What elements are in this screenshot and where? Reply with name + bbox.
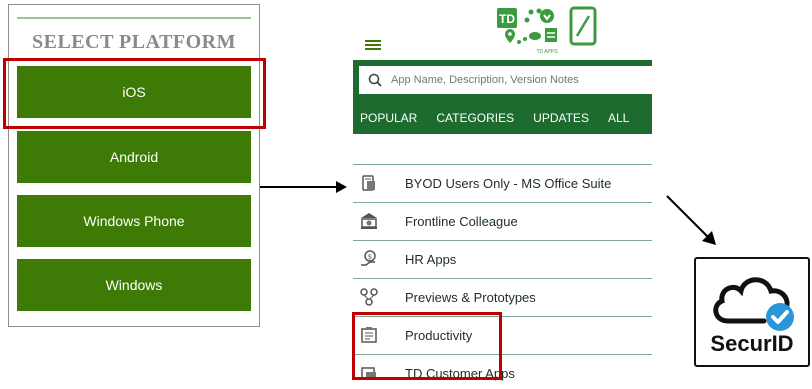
tab-categories[interactable]: CATEGORIES xyxy=(436,111,514,125)
securid-label: SecurID xyxy=(710,331,794,356)
category-item-frontline[interactable]: Frontline Colleague xyxy=(358,205,652,237)
arrow-right-icon xyxy=(260,181,347,193)
search-icon xyxy=(368,73,382,87)
arrow-down-right-icon xyxy=(666,195,716,245)
tab-all[interactable]: ALL xyxy=(608,111,629,125)
divider xyxy=(353,164,652,165)
category-label: HR Apps xyxy=(405,251,457,267)
byod-icon xyxy=(358,172,380,194)
divider xyxy=(17,17,251,19)
search-bar xyxy=(353,60,652,102)
svg-text:$: $ xyxy=(368,253,372,261)
search-field[interactable] xyxy=(359,66,652,94)
productivity-highlight-box xyxy=(352,312,502,380)
category-item-byod[interactable]: BYOD Users Only - MS Office Suite xyxy=(358,167,652,199)
category-item-previews[interactable]: Previews & Prototypes xyxy=(358,281,652,313)
platform-panel: SELECT PLATFORM iOS Android Windows Phon… xyxy=(8,4,260,327)
divider xyxy=(353,202,652,203)
ios-highlight-box xyxy=(3,58,266,129)
windows-button[interactable]: Windows xyxy=(17,259,251,311)
bank-icon xyxy=(358,210,380,232)
logo-text: TD APPS xyxy=(536,49,558,55)
nav-tabs: POPULAR CATEGORIES UPDATES ALL xyxy=(353,102,652,134)
cloud-check-icon xyxy=(713,277,794,331)
search-input[interactable] xyxy=(391,74,651,86)
menu-icon[interactable] xyxy=(365,40,381,50)
securid-app-icon[interactable]: SecurID xyxy=(694,257,810,367)
divider xyxy=(353,240,652,241)
td-apps-logo: TD TD APPS xyxy=(495,6,605,56)
tab-popular[interactable]: POPULAR xyxy=(360,111,417,125)
category-label: Previews & Prototypes xyxy=(405,289,536,305)
platform-title: SELECT PLATFORM xyxy=(31,31,236,53)
divider xyxy=(353,278,652,279)
prototype-icon xyxy=(358,286,380,308)
hr-icon: $ xyxy=(358,248,380,270)
category-label: Frontline Colleague xyxy=(405,213,518,229)
category-label: BYOD Users Only - MS Office Suite xyxy=(405,175,612,191)
android-button[interactable]: Android xyxy=(17,131,251,183)
logo-mark: TD xyxy=(499,12,515,26)
category-item-hr[interactable]: $ HR Apps xyxy=(358,243,652,275)
tab-updates[interactable]: UPDATES xyxy=(533,111,589,125)
windows-phone-button[interactable]: Windows Phone xyxy=(17,195,251,247)
